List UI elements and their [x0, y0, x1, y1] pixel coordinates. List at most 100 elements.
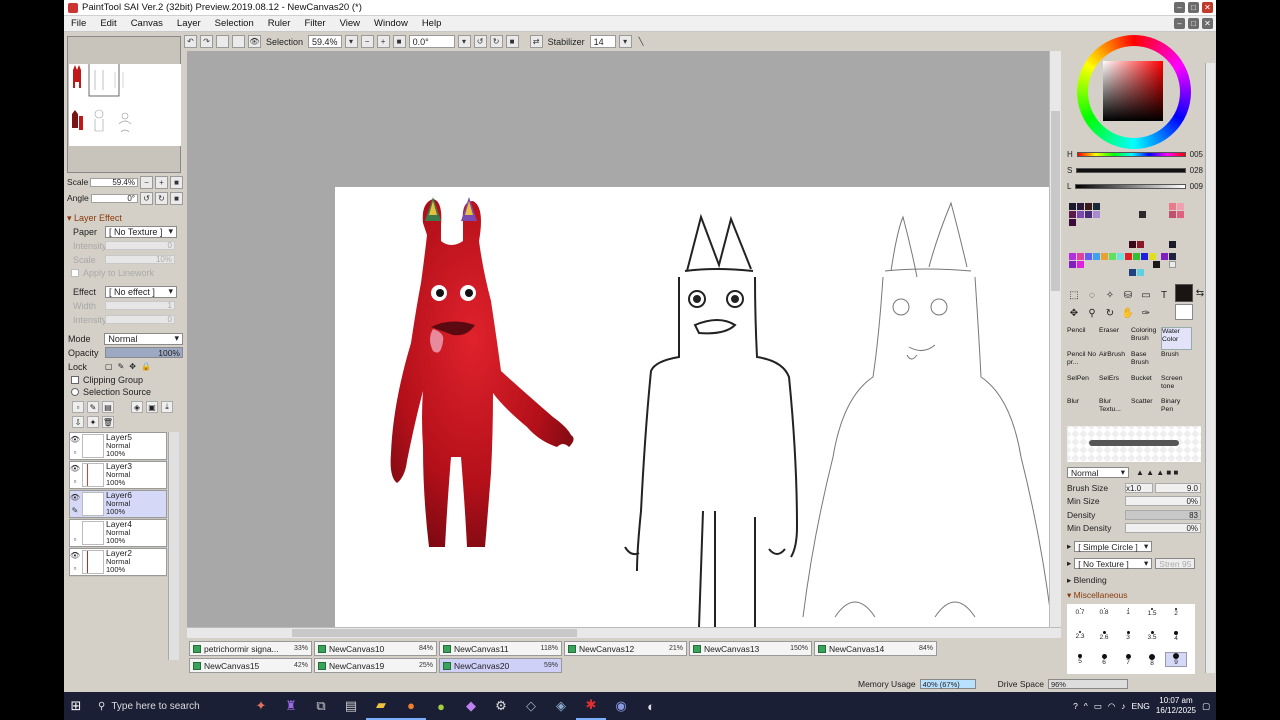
color-wheel[interactable]: [1077, 35, 1191, 149]
flip-icon[interactable]: ⇄: [529, 35, 543, 48]
zoom-out-icon[interactable]: −: [360, 35, 374, 48]
zoom-in-icon[interactable]: +: [376, 35, 390, 48]
brush-pencil-nopr[interactable]: Pencil No pr...: [1067, 351, 1098, 374]
nav-rotate-right-icon[interactable]: ↻: [155, 191, 168, 205]
size-preset[interactable]: 5: [1069, 654, 1091, 665]
size-preset[interactable]: 1: [1117, 608, 1139, 616]
delete-layer-icon[interactable]: 🗑: [102, 416, 114, 428]
brush-pencil[interactable]: Pencil: [1067, 327, 1098, 350]
paper-select[interactable]: [ No Texture ] ▾: [105, 225, 177, 238]
eye-icon[interactable]: 👁: [70, 464, 80, 473]
brush-blur-texture[interactable]: Blur Textu...: [1099, 398, 1130, 421]
rect-select-icon[interactable]: ⬚: [1067, 288, 1081, 302]
menu-layer[interactable]: Layer: [170, 18, 208, 29]
menu-ruler[interactable]: Ruler: [261, 18, 298, 29]
brush-size-presets[interactable]: 0.7 0.8 1 1.5 2 2.3 2.6 3 3.5 4 5 6 7 8 …: [1067, 604, 1195, 674]
show-selection-icon[interactable]: 👁: [248, 35, 261, 48]
brush-airbrush[interactable]: AirBrush: [1099, 351, 1130, 374]
fill-icon[interactable]: ⛁: [1121, 288, 1135, 302]
wifi-icon[interactable]: ◠: [1108, 701, 1115, 712]
undo-icon[interactable]: ↶: [184, 35, 197, 48]
brush-coloring[interactable]: Coloring Brush: [1131, 327, 1162, 350]
lock-move-icon[interactable]: ✥: [129, 362, 136, 371]
hue-slider[interactable]: [1076, 151, 1186, 157]
brush-binary-pen[interactable]: Binary Pen: [1161, 398, 1192, 421]
battery-icon[interactable]: ▭: [1094, 701, 1102, 712]
size-preset-active[interactable]: 9: [1165, 652, 1187, 667]
select-box[interactable]: ▫: [74, 477, 77, 486]
angle-field[interactable]: 0.0°: [408, 35, 455, 48]
mask-icon[interactable]: ▣: [146, 401, 158, 413]
eye-icon[interactable]: 👁: [70, 435, 80, 444]
paintool-sai-icon[interactable]: ✱: [576, 692, 606, 720]
layer-row[interactable]: ▫ Layer4 Normal 100%: [69, 519, 167, 547]
chevron-up-icon[interactable]: ^: [1084, 701, 1088, 711]
navigator-preview[interactable]: [69, 55, 181, 146]
brush-size-slider[interactable]: 9.0: [1155, 483, 1201, 493]
canvas-vertical-scrollbar[interactable]: [1049, 51, 1061, 627]
layer-effect-icon[interactable]: ◈: [131, 401, 143, 413]
app-icon-6[interactable]: ◈: [546, 692, 576, 720]
apply-linework-checkbox[interactable]: Apply to Linework: [67, 267, 183, 279]
scale-reset-icon[interactable]: ■: [170, 175, 183, 189]
doc-tab[interactable]: NewCanvas13 150%: [689, 641, 812, 656]
app-icon-4[interactable]: ◆: [456, 692, 486, 720]
layer-row[interactable]: 👁 ✎ Layer6 Normal 100%: [69, 490, 167, 518]
doc-tab-active[interactable]: NewCanvas20 59%: [439, 658, 562, 673]
task-view-icon[interactable]: ⧉: [306, 692, 336, 720]
new-layer-icon[interactable]: ▫: [72, 401, 84, 413]
nav-rotate-reset-icon[interactable]: ■: [170, 191, 183, 205]
size-preset[interactable]: 2: [1165, 608, 1187, 617]
text-tool-icon[interactable]: T: [1157, 288, 1171, 302]
menu-canvas[interactable]: Canvas: [124, 18, 170, 29]
misc-section[interactable]: ▾ Miscellaneous: [1067, 590, 1128, 601]
shape-icon[interactable]: ▭: [1139, 288, 1153, 302]
lightness-slider[interactable]: [1075, 183, 1186, 189]
lock-paint-icon[interactable]: ✎: [118, 362, 125, 371]
transfer-down-icon[interactable]: ⤓: [161, 401, 173, 413]
saturation-square[interactable]: [1103, 61, 1163, 121]
layer-list-scrollbar[interactable]: [168, 432, 179, 660]
layer-effect-title[interactable]: ▾ Layer Effect: [67, 212, 183, 224]
doc-tab[interactable]: NewCanvas15 42%: [189, 658, 312, 673]
brush-size-mult[interactable]: x1.0: [1125, 483, 1153, 493]
close-button[interactable]: ✕: [1202, 2, 1213, 13]
opacity-slider[interactable]: 100%: [105, 347, 183, 358]
menu-view[interactable]: View: [333, 18, 367, 29]
stabilizer-dropdown-icon[interactable]: ▾: [618, 35, 632, 48]
zoom-dropdown-icon[interactable]: ▾: [344, 35, 358, 48]
brush-blur[interactable]: Blur: [1067, 398, 1098, 421]
zoom-field[interactable]: 59.4%: [308, 35, 342, 48]
brush-texture-select[interactable]: [ No Texture ] ▾: [1074, 558, 1153, 569]
canvas-viewport[interactable]: [187, 51, 1061, 627]
firefox-icon[interactable]: ●: [396, 692, 426, 720]
rotate-left-icon[interactable]: ↺: [473, 35, 487, 48]
notifications-icon[interactable]: ▢: [1202, 701, 1210, 712]
right-panel-scrollbar[interactable]: [1205, 63, 1215, 673]
size-preset[interactable]: 6: [1093, 654, 1115, 666]
size-preset[interactable]: 0.8: [1093, 608, 1115, 616]
eye-hidden[interactable]: [74, 522, 76, 531]
language-indicator[interactable]: ENG: [1132, 701, 1150, 711]
intensity-slider[interactable]: 0: [105, 241, 175, 250]
layer-row[interactable]: 👁 ▫ Layer5 Normal 100%: [69, 432, 167, 460]
brush-scatter[interactable]: Scatter: [1131, 398, 1162, 421]
size-preset[interactable]: 4: [1165, 631, 1187, 642]
maximize-button[interactable]: □: [1188, 2, 1199, 13]
primary-color-swatch[interactable]: [1175, 284, 1193, 302]
app-icon-2[interactable]: ♜: [276, 692, 306, 720]
select-box[interactable]: ▫: [74, 535, 77, 544]
doc-tab[interactable]: NewCanvas10 84%: [314, 641, 437, 656]
clipping-group-checkbox[interactable]: Clipping Group: [67, 374, 183, 386]
size-preset[interactable]: 2.6: [1093, 631, 1115, 641]
size-preset[interactable]: 2.3: [1069, 631, 1091, 640]
brush-blend-select[interactable]: Normal ▾: [1067, 467, 1129, 478]
app-icon-1[interactable]: ✦: [246, 692, 276, 720]
menu-help[interactable]: Help: [415, 18, 449, 29]
brush-selers[interactable]: SelErs: [1099, 375, 1130, 398]
layer-row[interactable]: 👁 ▫ Layer3 Normal 100%: [69, 461, 167, 489]
canvas-horizontal-scrollbar[interactable]: [187, 627, 1061, 638]
angle-slider[interactable]: 0°: [90, 193, 138, 203]
redo-icon[interactable]: ↷: [200, 35, 213, 48]
density-slider[interactable]: 83: [1125, 510, 1201, 520]
